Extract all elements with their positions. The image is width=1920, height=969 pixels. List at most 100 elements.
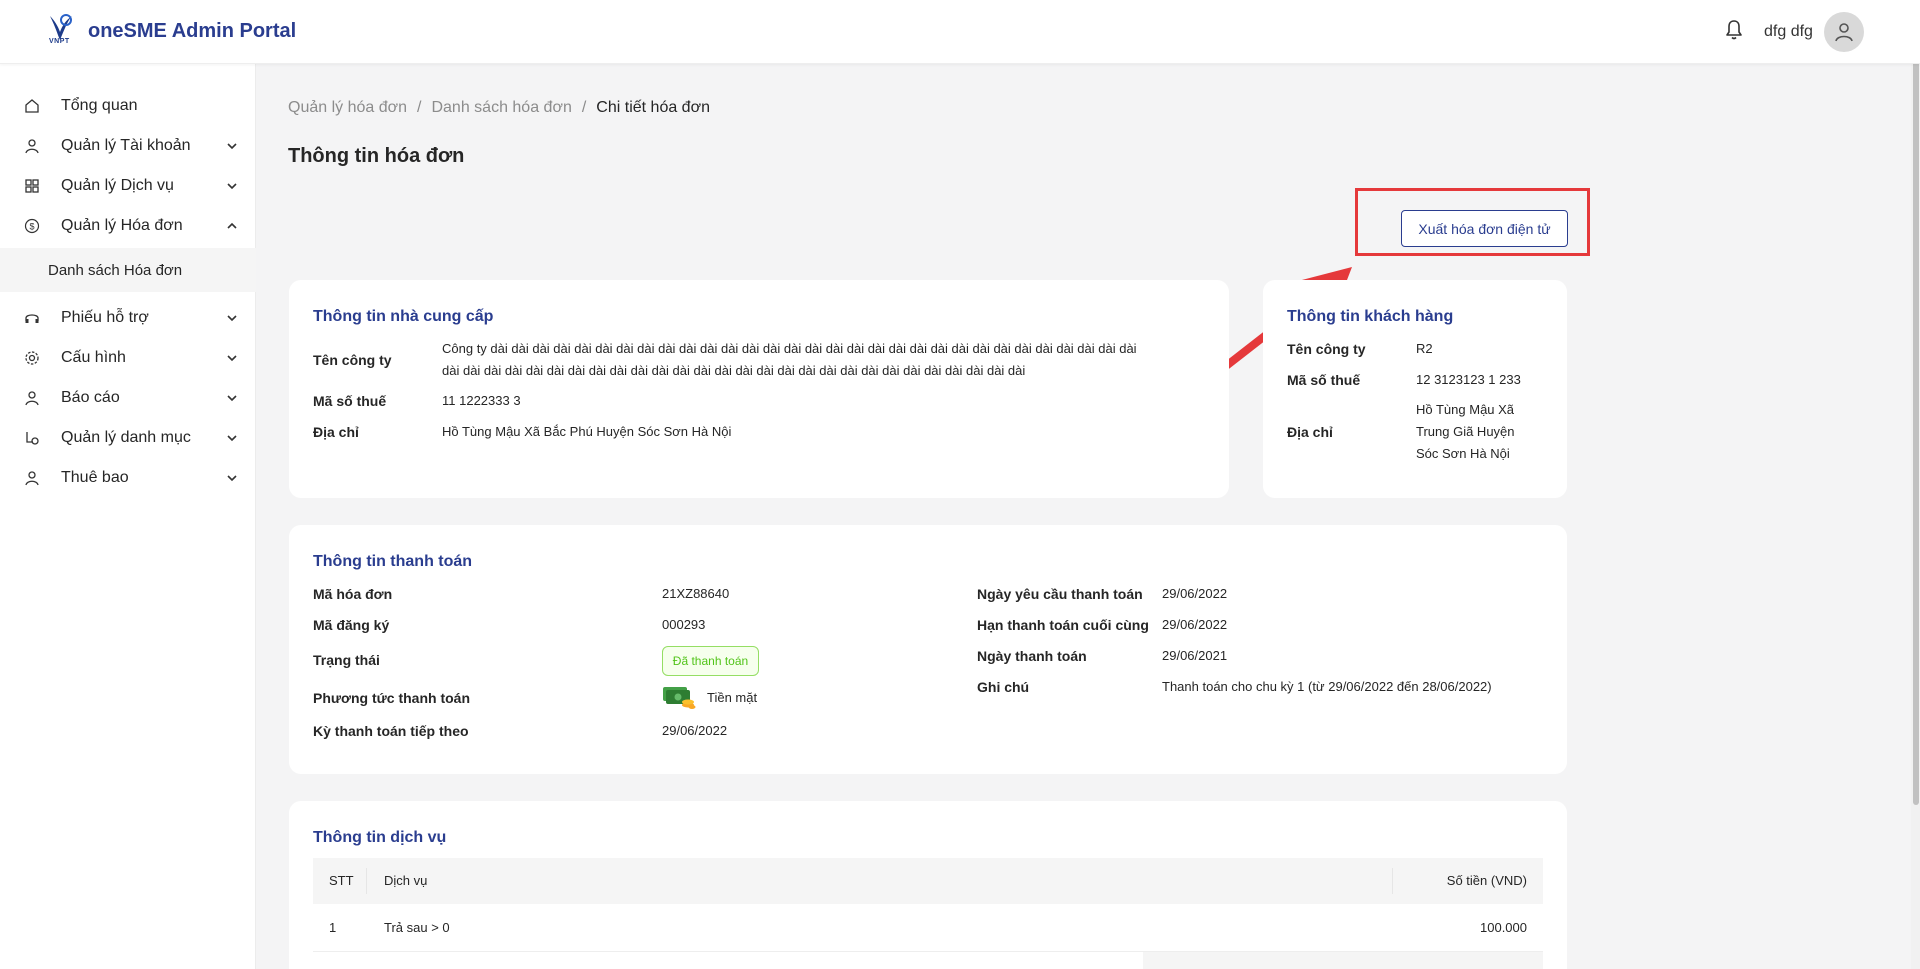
logo-text: VNPT: [49, 38, 70, 45]
user-icon: [1835, 23, 1853, 42]
sidebar-subitem-invoice-list[interactable]: Danh sách Hóa đơn: [0, 248, 256, 292]
supplier-tax-value: 11 1222333 3: [442, 393, 521, 408]
dollar-circle-icon: $: [24, 218, 40, 234]
customer-card-title: Thông tin khách hàng: [1287, 308, 1454, 325]
customer-address-line3: Sóc Sơn Hà Nội: [1416, 446, 1510, 461]
status-badge: Đã thanh toán: [662, 646, 759, 676]
sidebar-item-services[interactable]: Quản lý Dịch vụ: [0, 164, 256, 208]
supplier-address-label: Địa chỉ: [313, 424, 359, 440]
page-title: Thông tin hóa đơn: [288, 145, 465, 167]
cash-icon: [663, 687, 696, 709]
sidebar-item-subscriptions[interactable]: Thuê bao: [0, 456, 256, 500]
category-icon: [26, 432, 39, 445]
customer-info-card: Thông tin khách hàng Tên công ty R2 Mã s…: [1263, 280, 1567, 498]
request-date-value: 29/06/2022: [1162, 586, 1228, 601]
app-title: oneSME Admin Portal: [88, 20, 297, 42]
grid-icon: [25, 179, 39, 193]
sidebar-item-support[interactable]: Phiếu hỗ trợ: [0, 296, 256, 340]
supplier-company-line1: Công ty dài dài dài dài dài dài dài dài …: [442, 341, 1137, 356]
page-scrollbar-thumb[interactable]: [1913, 0, 1919, 805]
payment-info-card: Thông tin thanh toán Mã hóa đơn 21XZ8864…: [289, 525, 1567, 774]
customer-tax-label: Mã số thuế: [1287, 372, 1361, 388]
invoice-code-value: 21XZ88640: [662, 586, 730, 601]
table-summary-row: [1143, 952, 1543, 969]
paid-date-value: 29/06/2021: [1162, 648, 1228, 663]
supplier-address-value: Hồ Tùng Mậu Xã Bắc Phú Huyện Sóc Sơn Hà …: [442, 424, 732, 439]
column-header-amount: Số tiền (VND): [1446, 873, 1527, 888]
annotation-highlight-box: [1355, 188, 1590, 256]
deadline-value: 29/06/2022: [1162, 617, 1228, 632]
chevron-down-icon: [227, 183, 237, 190]
sidebar-item-label: Quản lý Dịch vụ: [61, 177, 174, 194]
cell-stt: 1: [329, 920, 337, 935]
headset-icon: [25, 314, 39, 323]
service-card-title: Thông tin dịch vụ: [313, 829, 447, 846]
next-period-label: Kỳ thanh toán tiếp theo: [313, 723, 469, 739]
supplier-company-line2: dài dài dài dài dài dài dài dài dài dài …: [442, 363, 1026, 378]
sidebar-item-settings[interactable]: Cấu hình: [0, 336, 256, 380]
customer-company-label: Tên công ty: [1287, 341, 1366, 357]
payment-card-title: Thông tin thanh toán: [313, 553, 473, 570]
sidebar-item-label: Tổng quan: [61, 97, 138, 114]
chevron-down-icon: [227, 355, 237, 362]
sidebar-item-reports[interactable]: Báo cáo: [0, 376, 256, 420]
breadcrumb-separator: /: [581, 99, 587, 116]
user-name[interactable]: dfg dfg: [1764, 23, 1813, 41]
user-icon: [25, 391, 39, 406]
column-header-service: Dịch vụ: [384, 873, 428, 888]
cell-service: Trả sau > 0: [384, 920, 450, 935]
cell-amount: 100.000: [1480, 920, 1527, 935]
bell-icon[interactable]: [1722, 18, 1746, 42]
sidebar-item-label: Danh sách Hóa đơn: [48, 261, 183, 279]
customer-address-line1: Hồ Tùng Mậu Xã: [1416, 402, 1515, 417]
column-header-stt: STT: [329, 873, 354, 888]
status-label: Trạng thái: [313, 652, 380, 668]
chevron-down-icon: [227, 143, 237, 150]
sidebar: Tổng quan Quản lý Tài khoản Quản lý Dịch…: [0, 64, 256, 969]
note-label: Ghi chú: [977, 679, 1030, 695]
chevron-down-icon: [227, 475, 237, 482]
sidebar-item-label: Phiếu hỗ trợ: [61, 309, 149, 326]
paid-date-label: Ngày thanh toán: [977, 648, 1087, 664]
table-row[interactable]: 1 Trả sau > 0 100.000: [313, 904, 1543, 952]
request-date-label: Ngày yêu cầu thanh toán: [977, 586, 1143, 602]
payment-method-label: Phương tức thanh toán: [313, 690, 470, 706]
home-icon: [25, 99, 39, 113]
column-divider: [1392, 868, 1393, 894]
breadcrumb-separator: /: [417, 99, 422, 116]
customer-tax-value: 12 3123123 1 233: [1416, 372, 1521, 387]
top-header: VNPT oneSME Admin Portal dfg dfg: [0, 0, 1920, 64]
chevron-up-icon: [227, 222, 237, 229]
avatar[interactable]: [1824, 12, 1864, 52]
supplier-tax-label: Mã số thuế: [313, 393, 387, 409]
sidebar-item-label: Báo cáo: [61, 389, 120, 406]
supplier-card-title: Thông tin nhà cung cấp: [313, 308, 494, 325]
chevron-down-icon: [227, 315, 237, 322]
service-table-header: STT Dịch vụ Số tiền (VND): [313, 858, 1543, 904]
sidebar-item-categories[interactable]: Quản lý danh mục: [0, 416, 256, 460]
breadcrumb: Quản lý hóa đơn / Danh sách hóa đơn / Ch…: [288, 99, 710, 117]
customer-address-line2: Trung Giã Huyện: [1416, 424, 1515, 439]
user-icon: [25, 471, 39, 486]
sidebar-item-label: Quản lý danh mục: [61, 429, 191, 446]
invoice-code-label: Mã hóa đơn: [313, 586, 393, 602]
deadline-label: Hạn thanh toán cuối cùng: [977, 617, 1149, 633]
sidebar-item-label: Cấu hình: [61, 349, 126, 366]
sidebar-item-label: Quản lý Hóa đơn: [61, 217, 183, 234]
registration-code-label: Mã đăng ký: [313, 617, 390, 633]
breadcrumb-invoice-detail: Chi tiết hóa đơn: [596, 99, 710, 116]
sidebar-item-label: Quản lý Tài khoản: [61, 137, 191, 154]
chevron-down-icon: [227, 435, 237, 442]
breadcrumb-invoice-management[interactable]: Quản lý hóa đơn: [288, 99, 407, 117]
gear-icon: [25, 351, 39, 365]
sidebar-item-overview[interactable]: Tổng quan: [0, 84, 256, 128]
sidebar-item-invoices[interactable]: $ Quản lý Hóa đơn: [0, 204, 256, 248]
payment-method-value: Tiền mặt: [707, 690, 758, 705]
customer-address-label: Địa chỉ: [1287, 424, 1333, 440]
svg-text:$: $: [29, 222, 34, 232]
breadcrumb-invoice-list[interactable]: Danh sách hóa đơn: [431, 99, 571, 117]
registration-code-value: 000293: [662, 617, 706, 632]
supplier-info-card: Thông tin nhà cung cấp Tên công ty Công …: [289, 280, 1229, 498]
sidebar-item-accounts[interactable]: Quản lý Tài khoản: [0, 124, 256, 168]
column-divider: [366, 868, 367, 894]
